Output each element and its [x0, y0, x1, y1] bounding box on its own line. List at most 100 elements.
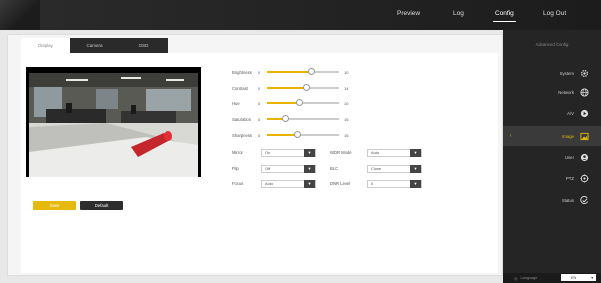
contrast-fill [267, 87, 307, 89]
nav-logout[interactable]: Log Out [543, 10, 566, 17]
hue-max: 10 [344, 100, 349, 106]
save-button[interactable]: Save [33, 201, 76, 210]
flip-label: Flip [232, 166, 239, 171]
sharpness-label: Sharpness [232, 132, 253, 138]
chevron-down-icon[interactable]: ▼ [410, 164, 421, 173]
nav-config[interactable]: Config [493, 10, 516, 22]
av-icon [580, 109, 589, 118]
mirror-select[interactable]: On ▼ [261, 148, 316, 157]
dnr-value: 0 [371, 181, 374, 186]
language-value: EN [571, 275, 577, 280]
tab-camera[interactable]: Camera [70, 38, 119, 53]
tab-osd[interactable]: OSD [119, 38, 168, 53]
contrast-max: 14 [344, 85, 349, 91]
default-button[interactable]: Default [80, 201, 123, 210]
flip-row: Flip Off ▼ [232, 164, 316, 173]
focus-row: Focus Auto ▼ [232, 179, 316, 188]
chevron-left-icon: ‹ [510, 133, 512, 139]
sidebar-item-label: Image [562, 133, 574, 139]
chevron-down-icon[interactable]: ▼ [410, 148, 421, 157]
hue-slider[interactable] [267, 99, 339, 106]
logo-area [0, 0, 40, 30]
brightness-slider[interactable] [267, 68, 339, 75]
sidebar-item-label: Network [558, 89, 574, 95]
brightness-fill [267, 71, 312, 73]
wdr-select[interactable]: Auto ▼ [367, 148, 422, 157]
sidebar-item-image[interactable]: ‹ Image [503, 126, 601, 146]
contrast-label: Contrast [232, 85, 248, 91]
hue-min: 0 [258, 100, 261, 106]
sidebar-title: Advanced Config [535, 42, 569, 47]
chevron-down-icon[interactable]: ▼ [304, 179, 315, 188]
sidebar-item-system[interactable]: System [503, 63, 601, 83]
chevron-down-icon[interactable]: ▼ [410, 179, 421, 188]
blc-label: BLC [330, 166, 339, 171]
nav-log[interactable]: Log [453, 10, 464, 17]
globe-icon [580, 87, 589, 97]
mirror-label: Mirror [232, 150, 243, 155]
wdr-label: WDR Mode [330, 150, 352, 155]
blc-select[interactable]: Close ▼ [367, 164, 422, 173]
contrast-handle[interactable] [303, 84, 311, 91]
sidebar-item-label: A/V [567, 110, 574, 116]
brightness-slider-row: Brightness 0 10 [232, 68, 348, 76]
mirror-row: Mirror On ▼ [232, 148, 316, 157]
sidebar-item-user[interactable]: User [503, 147, 601, 167]
mirror-value: On [265, 150, 271, 155]
sharpness-slider-row: Sharpness 0 15 [232, 131, 348, 139]
ptz-icon [580, 173, 589, 183]
nav-preview[interactable]: Preview [397, 10, 420, 17]
sidebar-item-network[interactable]: Network [503, 82, 601, 102]
focus-select[interactable]: Auto ▼ [261, 179, 316, 188]
saturation-min: 0 [258, 116, 261, 122]
language-bar: ◎ Language EN ▼ [503, 273, 601, 283]
language-icon: ◎ [514, 275, 518, 281]
saturation-max: 15 [344, 116, 349, 122]
contrast-slider[interactable] [267, 84, 339, 91]
saturation-label: Saturation [232, 116, 252, 122]
sidebar-item-ptz[interactable]: PTZ [503, 168, 601, 188]
hue-label: Hue [232, 100, 240, 106]
image-icon [580, 132, 589, 141]
focus-label: Focus [232, 181, 244, 186]
top-bar: Preview Log Config Log Out [0, 0, 601, 30]
language-label: Language [520, 276, 538, 280]
contrast-slider-row: Contrast 0 14 [232, 84, 348, 92]
sharpness-handle[interactable] [293, 131, 301, 138]
sidebar-item-label: Status [561, 197, 574, 203]
sidebar-item-av[interactable]: A/V [503, 103, 601, 123]
chevron-down-icon[interactable]: ▼ [304, 148, 315, 157]
brightness-handle[interactable] [308, 68, 316, 75]
blc-value: Close [371, 166, 382, 171]
sidebar-item-label: System [559, 70, 574, 76]
tab-bar: Display Camera OSD [21, 38, 168, 53]
brightness-label: Brightness [232, 69, 252, 75]
sidebar-item-label: User [564, 154, 574, 160]
wdr-row: WDR Mode Auto ▼ [330, 148, 422, 157]
chevron-down-icon[interactable]: ▼ [304, 164, 315, 173]
hue-fill [267, 102, 300, 104]
sidebar: Advanced Config System Network A/V ‹ Ima… [503, 30, 601, 283]
contrast-min: 0 [258, 85, 261, 91]
sidebar-item-status[interactable]: Status [503, 190, 601, 210]
user-icon [580, 153, 589, 162]
sharpness-slider[interactable] [267, 131, 339, 138]
camera-feed-image [26, 67, 201, 177]
gear-icon [580, 69, 589, 78]
chevron-down-icon[interactable]: ▼ [591, 276, 594, 280]
sharpness-fill [267, 134, 298, 136]
dnr-select[interactable]: 0 ▼ [367, 179, 422, 188]
wdr-value: Auto [371, 150, 380, 155]
language-select[interactable]: EN ▼ [561, 274, 596, 281]
status-icon [580, 195, 589, 205]
hue-handle[interactable] [295, 99, 303, 106]
saturation-slider-row: Saturation 0 15 [232, 115, 348, 123]
saturation-handle[interactable] [281, 115, 289, 122]
tab-display[interactable]: Display [21, 38, 70, 53]
flip-select[interactable]: Off ▼ [261, 164, 316, 173]
sharpness-max: 15 [344, 132, 349, 138]
saturation-slider[interactable] [267, 115, 339, 122]
brightness-min: 0 [258, 69, 261, 75]
video-preview [26, 67, 201, 177]
hue-slider-row: Hue 0 10 [232, 99, 348, 107]
